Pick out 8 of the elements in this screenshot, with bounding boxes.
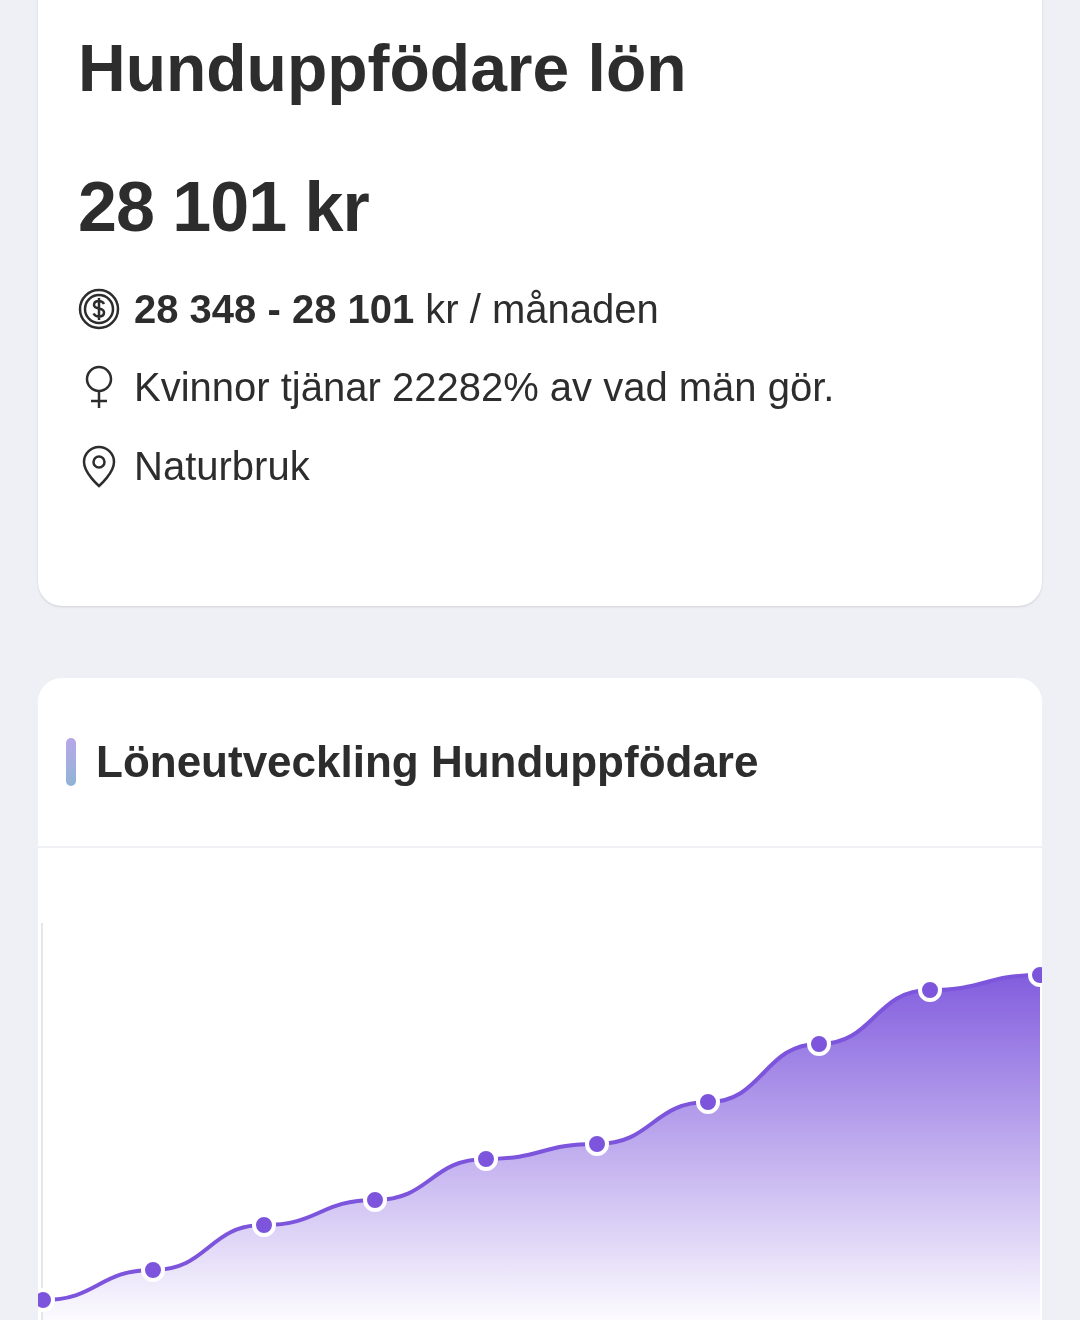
salary-range: 28 348 - 28 101 kr / månaden [134,288,659,329]
dollar-coin-icon [78,287,120,330]
sector-label: Naturbruk [134,445,310,486]
gender-pay-note: Kvinnor tjänar 22282% av vad män gör. [134,366,835,407]
chart-title: Löneutveckling Hunduppfödare [96,739,759,784]
page-title: Hunduppfödare lön [78,32,688,105]
accent-bar [66,737,76,786]
salary-amount: 28 101 kr [78,168,370,246]
